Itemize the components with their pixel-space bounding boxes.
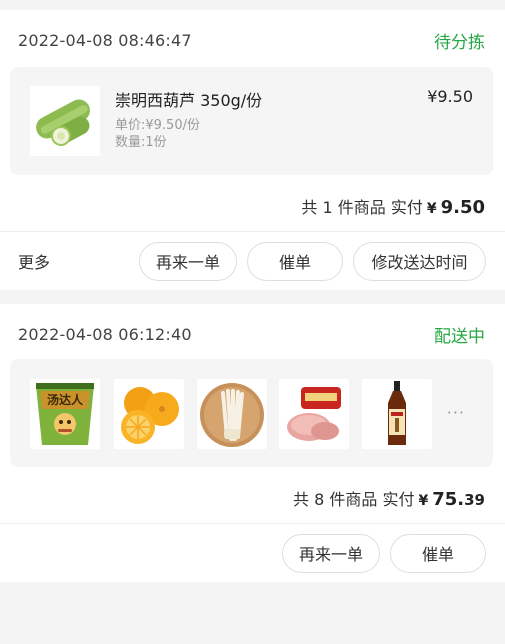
order-card[interactable]: 2022-04-08 06:12:40 配送中 汤达人 ··· 共 8 件商品 …	[0, 304, 505, 582]
svg-text:汤达人: 汤达人	[47, 392, 84, 407]
summary-amount: 75.39	[432, 489, 485, 510]
summary-yen: ¥	[426, 201, 437, 217]
urge-order-button[interactable]: 催单	[390, 533, 486, 573]
summary-amount-main: 75.	[432, 489, 465, 510]
order-status: 配送中	[434, 326, 485, 347]
action-buttons: 再来一单 催单	[282, 533, 486, 573]
order-card[interactable]: 2022-04-08 08:46:47 待分拣 崇明西葫芦 350g/份 ¥9.…	[0, 10, 505, 290]
reorder-button[interactable]: 再来一单	[139, 241, 237, 281]
divider	[0, 523, 505, 524]
divider	[0, 231, 505, 232]
action-row: 更多 再来一单 催单 修改送达时间	[0, 241, 505, 281]
summary-amount-cents: 39	[464, 491, 485, 509]
goods-box[interactable]: 崇明西葫芦 350g/份 ¥9.50 单价:¥9.50/份 数量:1份	[10, 67, 493, 175]
enoki-mushroom-image	[197, 379, 267, 449]
action-buttons: 再来一单 催单 修改送达时间	[139, 241, 486, 281]
goods-quantity: 数量:1份	[115, 135, 167, 150]
summary-yen: ¥	[418, 493, 429, 509]
zucchini-image	[30, 86, 100, 156]
order-time: 2022-04-08 08:46:47	[18, 30, 192, 50]
action-row: 再来一单 催单	[0, 533, 505, 573]
noodle-cup-image: 汤达人	[30, 379, 100, 449]
more-goods-indicator: ···	[446, 403, 465, 422]
goods-price: ¥9.50	[427, 87, 473, 106]
order-summary: 共 1 件商品 实付 ¥9.50	[301, 194, 485, 218]
order-time: 2022-04-08 06:12:40	[18, 324, 192, 344]
order-status: 待分拣	[434, 32, 485, 53]
cooking-wine-image	[362, 379, 432, 449]
more-link[interactable]: 更多	[18, 249, 50, 273]
urge-order-button[interactable]: 催单	[247, 241, 343, 281]
order-header: 2022-04-08 06:12:40 配送中	[18, 322, 485, 347]
summary-count: 共 8 件商品 实付	[293, 490, 415, 509]
order-summary: 共 8 件商品 实付 ¥75.39	[293, 486, 485, 510]
orange-image	[114, 379, 184, 449]
goods-name: 崇明西葫芦 350g/份	[115, 91, 263, 110]
summary-count: 共 1 件商品 实付	[301, 198, 423, 217]
reorder-button[interactable]: 再来一单	[282, 533, 380, 573]
goods-box[interactable]: 汤达人 ···	[10, 359, 493, 467]
order-header: 2022-04-08 08:46:47 待分拣	[18, 28, 485, 53]
luncheon-meat-image	[279, 379, 349, 449]
summary-amount: 9.50	[440, 197, 485, 218]
change-delivery-time-button[interactable]: 修改送达时间	[353, 241, 486, 281]
